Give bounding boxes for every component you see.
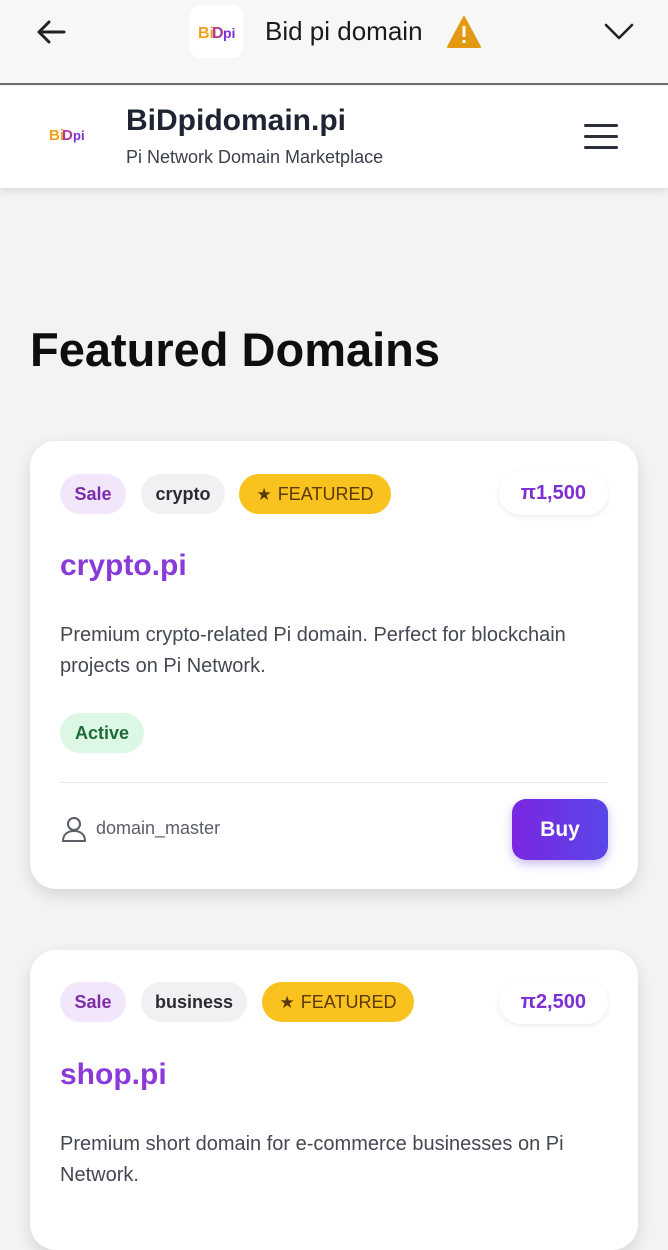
site-title[interactable]: BiDpidomain.pi (126, 104, 346, 138)
listing-type-badge: Sale (60, 982, 126, 1022)
featured-label: FEATURED (300, 992, 397, 1012)
status-badge: Active (60, 713, 145, 753)
domain-description: Premium short domain for e-commerce busi… (60, 1133, 564, 1186)
category-tag[interactable]: crypto (141, 474, 225, 514)
svg-text:D: D (62, 127, 73, 144)
domain-name-link[interactable]: crypto.pi (60, 549, 187, 583)
domain-card[interactable]: Sale crypto ★ FEATURED π1,500 crypto.pi P… (30, 441, 638, 889)
price-badge: π1,500 (498, 471, 608, 515)
chevron-down-icon[interactable] (602, 16, 636, 46)
price-badge: π2,500 (498, 980, 608, 1024)
svg-text:pi: pi (223, 25, 235, 41)
site-header: Bi D pi BiDpidomain.pi Pi Network Domain… (0, 86, 668, 188)
site-logo[interactable]: Bi D pi (48, 120, 90, 150)
category-tag[interactable]: business (141, 982, 247, 1022)
bidpi-logo-icon: Bi D pi (198, 25, 235, 42)
warning-icon[interactable] (446, 15, 482, 49)
user-icon (62, 817, 86, 842)
back-arrow-icon[interactable] (34, 14, 70, 50)
featured-label: FEATURED (277, 484, 374, 504)
tab-title: Bid pi domain (265, 16, 423, 46)
buy-button[interactable]: Buy (512, 799, 608, 860)
section-title: Featured Domains (30, 323, 441, 376)
star-icon: ★ (279, 993, 295, 1012)
listing-type-badge: Sale (60, 474, 126, 514)
card-divider (60, 782, 608, 783)
star-icon: ★ (256, 485, 272, 504)
featured-badge: ★ FEATURED (262, 982, 414, 1022)
svg-text:D: D (212, 25, 224, 42)
seller-username[interactable]: domain_master (96, 818, 220, 839)
hamburger-menu-icon[interactable] (580, 118, 622, 154)
featured-badge: ★ FEATURED (239, 474, 391, 514)
domain-card[interactable]: Sale business ★ FEATURED π2,500 shop.pi P… (30, 950, 638, 1250)
domain-description: Premium crypto-related Pi domain. Perfec… (60, 624, 566, 677)
site-favicon: Bi D pi (190, 5, 243, 58)
domain-name-link[interactable]: shop.pi (60, 1058, 167, 1092)
browser-top-bar: Bi D pi Bid pi domain (0, 0, 668, 85)
site-subtitle: Pi Network Domain Marketplace (126, 147, 384, 167)
svg-text:pi: pi (73, 128, 85, 143)
